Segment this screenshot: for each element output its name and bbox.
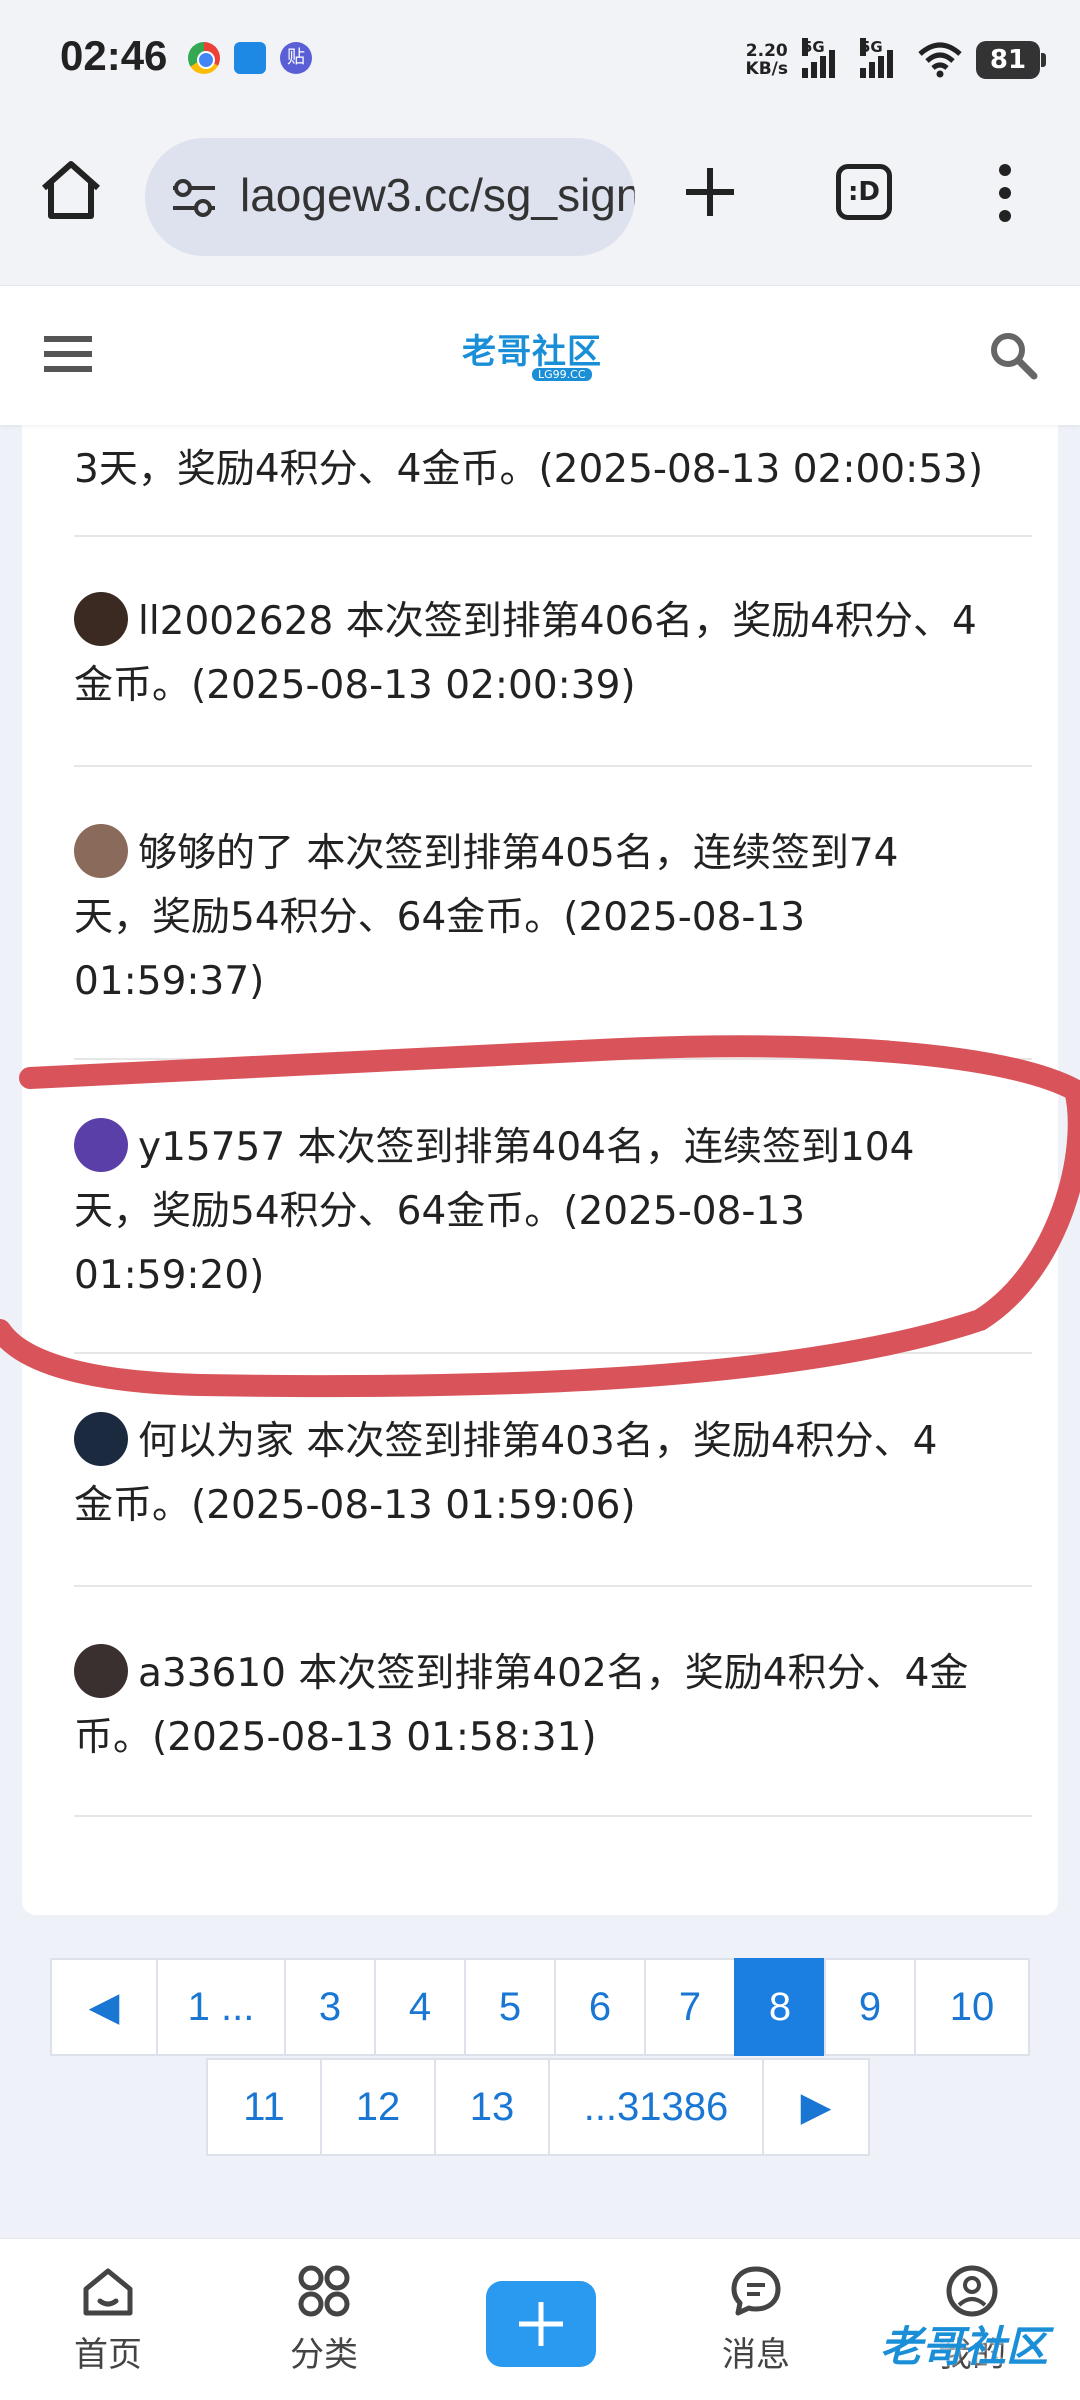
url-text[interactable]: laogew3.cc/sg_sign (240, 168, 635, 222)
site-header: 老哥社区 LG99.CC (0, 285, 1080, 425)
page-button[interactable]: 9 (824, 1958, 916, 2056)
list-item: ll2002628 本次签到排第406名，奖励4积分、4 金币。(2025-08… (74, 590, 1032, 718)
more-menu-icon[interactable] (990, 160, 1020, 226)
signal-icon: 5G (802, 38, 846, 78)
plus-icon (519, 2302, 563, 2346)
avatar[interactable] (74, 1644, 128, 1698)
status-bar: 02:46 贴 2.20 KB/s 5G 5G 81 (0, 0, 1080, 120)
page-button[interactable]: 4 (374, 1958, 466, 2056)
chrome-notification-icon (188, 42, 220, 74)
sign-in-list: 3天，奖励4积分、4金币。(2025-08-13 02:00:53) ll200… (22, 410, 1058, 1915)
grid-icon (298, 2265, 350, 2317)
next-page-button[interactable]: ▶ (762, 2058, 870, 2156)
list-item: y15757 本次签到排第404名，连续签到104 天，奖励54积分、64金币。… (74, 1116, 1032, 1308)
page-button[interactable]: 12 (320, 2058, 436, 2156)
nav-category[interactable]: 分类 (254, 2263, 394, 2376)
page-button[interactable]: 7 (644, 1958, 736, 2056)
new-tab-icon[interactable] (680, 162, 740, 222)
divider (74, 1585, 1032, 1587)
signal-icon: 5G (860, 38, 904, 78)
avatar[interactable] (74, 1118, 128, 1172)
status-indicators: 2.20 KB/s 5G 5G 81 (745, 36, 1046, 84)
page-button[interactable]: 5 (464, 1958, 556, 2056)
nav-home[interactable]: 首页 (38, 2263, 178, 2376)
message-notification-icon (234, 42, 266, 74)
page-button[interactable]: ...31386 (548, 2058, 764, 2156)
avatar[interactable] (74, 1412, 128, 1466)
search-icon[interactable] (988, 330, 1038, 380)
divider (74, 765, 1032, 767)
page-button[interactable]: 6 (554, 1958, 646, 2056)
network-speed: 2.20 KB/s (745, 41, 788, 79)
page-button[interactable]: 13 (434, 2058, 550, 2156)
battery-icon: 81 (976, 41, 1046, 79)
page-button[interactable]: 3 (284, 1958, 376, 2056)
wifi-icon (918, 42, 962, 78)
pagination: ◀ 1 ... 3 4 5 6 7 8 9 10 11 12 13 ...313… (0, 1958, 1080, 2168)
list-item: a33610 本次签到排第402名，奖励4积分、4金 币。(2025-08-13… (74, 1642, 1032, 1770)
watermark-logo: 老哥社区 (880, 2322, 1049, 2371)
avatar[interactable] (74, 592, 128, 646)
site-settings-icon[interactable] (169, 176, 219, 220)
list-item: 3天，奖励4积分、4金币。(2025-08-13 02:00:53) (74, 447, 984, 492)
prev-page-button[interactable]: ◀ (50, 1958, 158, 2056)
page-button[interactable]: 10 (914, 1958, 1030, 2056)
page-button[interactable]: 1 ... (156, 1958, 286, 2056)
divider (74, 1352, 1032, 1354)
site-logo[interactable]: 老哥社区 LG99.CC (462, 324, 622, 384)
divider (74, 535, 1032, 537)
avatar[interactable] (74, 824, 128, 878)
list-item: 够够的了 本次签到排第405名，连续签到74 天，奖励54积分、64金币。(20… (74, 822, 1032, 1014)
new-post-button[interactable] (486, 2281, 596, 2367)
chat-bubble-icon (731, 2266, 781, 2316)
status-time: 02:46 (60, 32, 168, 79)
tab-switcher-button[interactable]: :D (836, 164, 892, 220)
bottom-navigation: 首页 分类 消息 我的 老哥社区 (0, 2238, 1080, 2400)
home-icon (83, 2268, 133, 2316)
divider (74, 1815, 1032, 1817)
page-button[interactable]: 11 (206, 2058, 322, 2156)
divider (74, 1058, 1032, 1060)
nav-messages[interactable]: 消息 (686, 2263, 826, 2376)
list-item: 何以为家 本次签到排第403名，奖励4积分、4 金币。(2025-08-13 0… (74, 1410, 1032, 1538)
address-bar[interactable]: laogew3.cc/sg_sign (145, 138, 635, 256)
browser-toolbar: laogew3.cc/sg_sign :D (0, 120, 1080, 285)
tieba-notification-icon: 贴 (280, 42, 312, 74)
home-icon[interactable] (36, 156, 106, 226)
page-button-current[interactable]: 8 (734, 1958, 826, 2056)
hamburger-menu-icon[interactable] (44, 334, 92, 374)
